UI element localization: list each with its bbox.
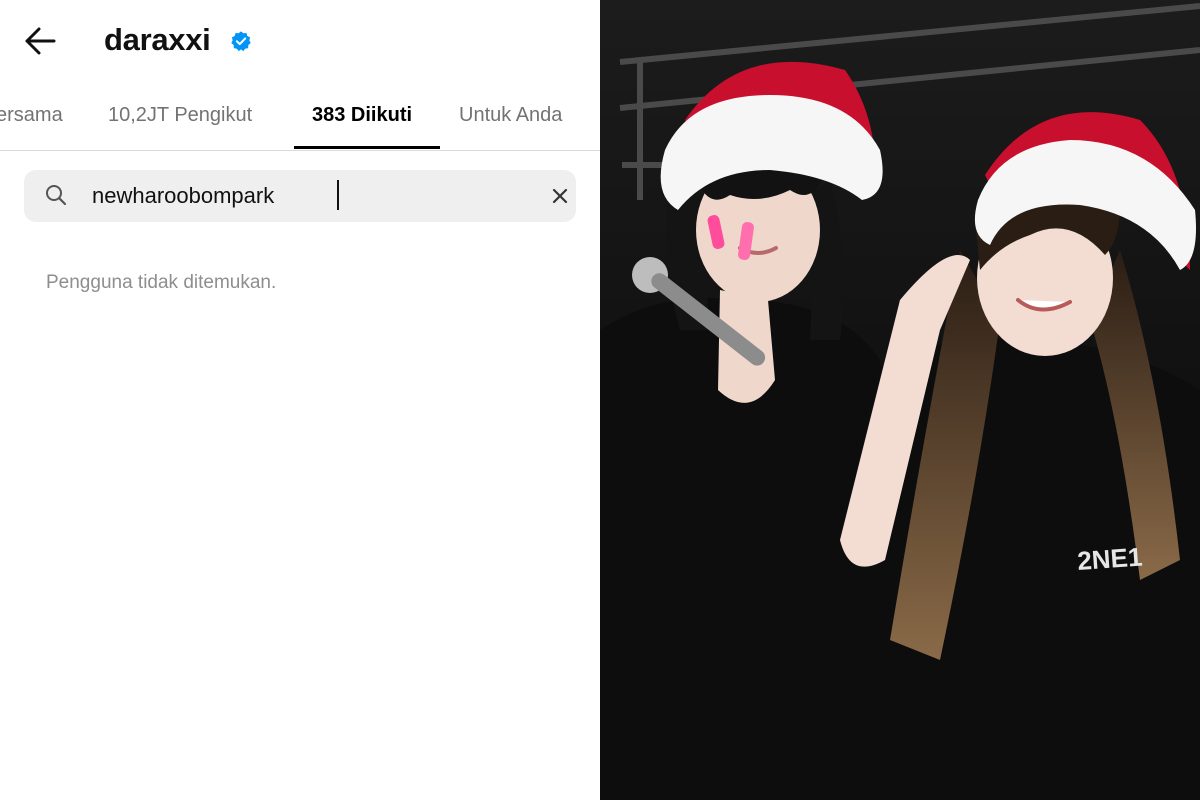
photo-illustration: 2NE1 bbox=[600, 0, 1200, 800]
profile-header: daraxxi bbox=[0, 0, 600, 84]
following-panel: daraxxi ersama 10,2JT Pengikut 383 Diiku… bbox=[0, 0, 600, 800]
search-input[interactable] bbox=[92, 178, 512, 214]
clear-icon[interactable] bbox=[546, 182, 574, 210]
tab-for-you[interactable]: Untuk Anda bbox=[459, 104, 562, 127]
search-icon bbox=[46, 185, 67, 206]
photo-two-women-santa-hats: 2NE1 bbox=[600, 0, 1200, 800]
empty-results-message: Pengguna tidak ditemukan. bbox=[46, 272, 277, 293]
follow-tabs: ersama 10,2JT Pengikut 383 Diikuti Untuk… bbox=[0, 88, 600, 151]
verified-badge-icon bbox=[231, 31, 251, 52]
search-bar[interactable] bbox=[24, 170, 576, 222]
text-cursor bbox=[337, 180, 339, 210]
shirt-print: 2NE1 bbox=[1076, 542, 1143, 576]
tab-following[interactable]: 383 Diikuti bbox=[312, 104, 412, 127]
tab-bersama[interactable]: ersama bbox=[0, 104, 63, 127]
tab-followers[interactable]: 10,2JT Pengikut bbox=[108, 104, 252, 127]
active-tab-indicator bbox=[294, 146, 440, 149]
back-arrow-icon[interactable] bbox=[22, 24, 58, 58]
profile-username: daraxxi bbox=[104, 22, 211, 57]
